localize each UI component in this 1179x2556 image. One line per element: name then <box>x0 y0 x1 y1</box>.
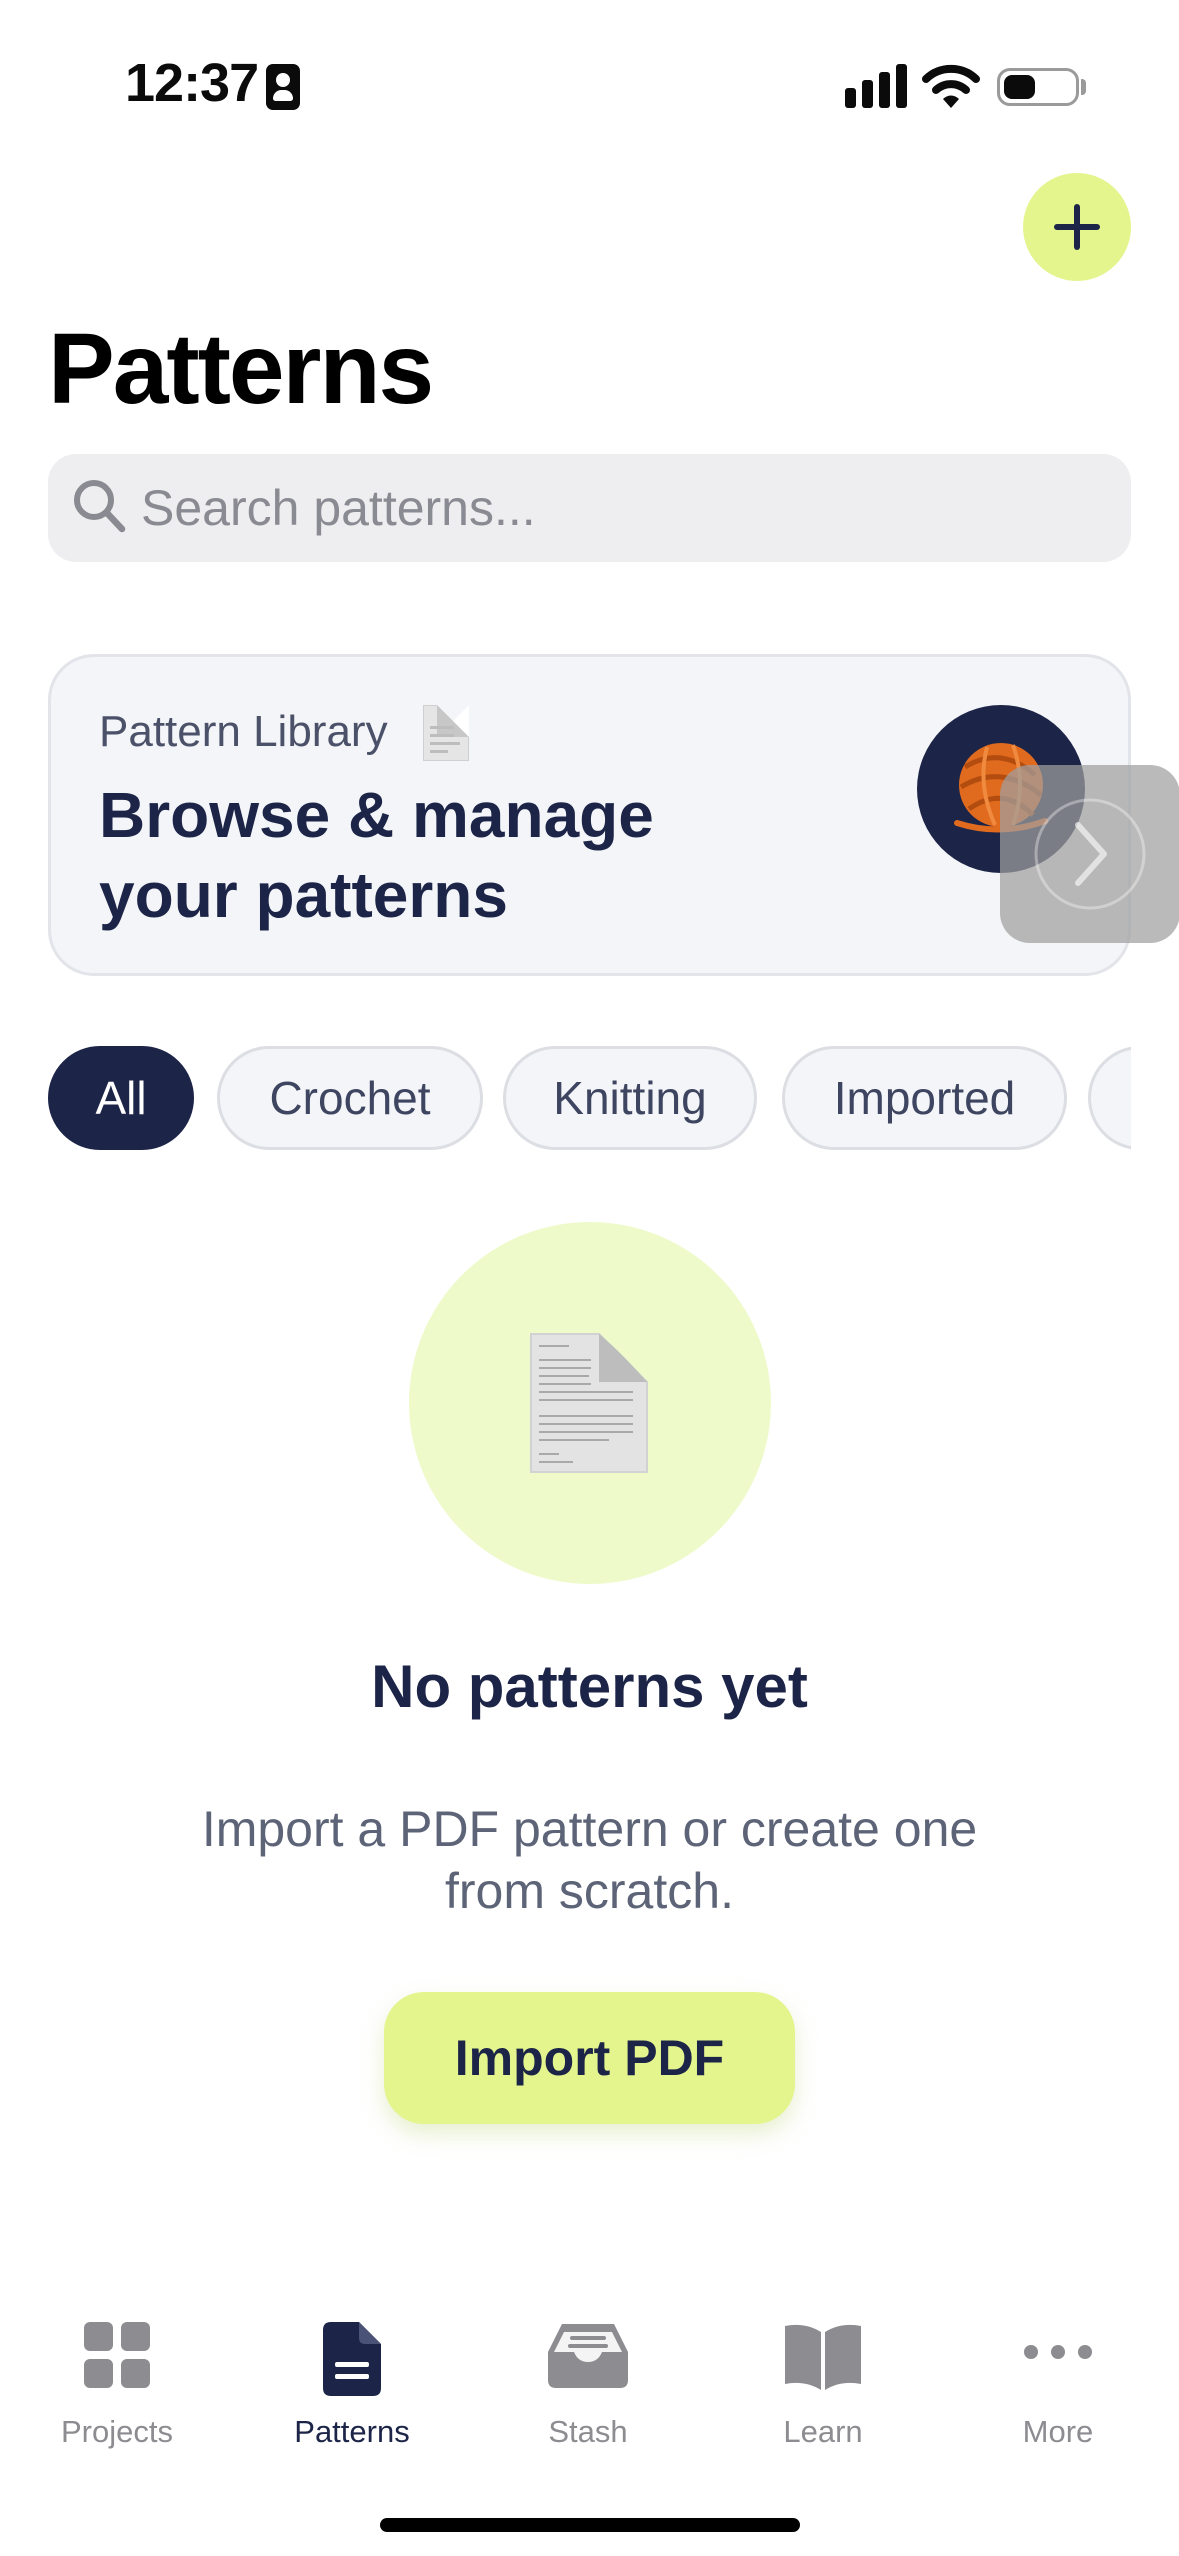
chip-crochet[interactable]: Crochet <box>217 1046 483 1150</box>
tab-label: Patterns <box>294 2414 410 2449</box>
tab-learn[interactable]: Learn <box>723 2318 923 2458</box>
filter-chips: All Crochet Knitting Imported <box>48 1046 1131 1150</box>
chip-all[interactable]: All <box>48 1046 194 1150</box>
tray-icon <box>548 2324 628 2388</box>
chip-imported[interactable]: Imported <box>782 1046 1067 1150</box>
wifi-icon <box>922 64 980 108</box>
tab-stash[interactable]: Stash <box>488 2318 688 2458</box>
document-icon <box>323 2322 381 2396</box>
battery-level <box>1004 75 1035 99</box>
home-indicator <box>380 2518 800 2532</box>
cellular-signal-icon <box>845 64 907 108</box>
tab-patterns[interactable]: Patterns <box>252 2318 452 2458</box>
status-time: 12:37 <box>125 53 259 113</box>
empty-state-title: No patterns yet <box>371 1653 808 1720</box>
chip-more[interactable] <box>1088 1046 1131 1150</box>
battery-tip <box>1081 79 1086 95</box>
tab-label: Stash <box>548 2414 628 2449</box>
tab-label: Projects <box>61 2414 173 2449</box>
add-pattern-button[interactable] <box>1023 173 1131 281</box>
empty-state-body: Import a PDF pattern or create one from … <box>201 1801 978 1919</box>
grid-icon <box>84 2322 150 2388</box>
pattern-library-card[interactable]: Pattern Library Browse & manage your pat… <box>48 654 1131 976</box>
page-title: Patterns <box>48 313 434 425</box>
tab-label: Learn <box>783 2414 863 2449</box>
search-bar[interactable] <box>48 454 1131 562</box>
tab-more[interactable]: More <box>958 2318 1158 2458</box>
card-headline: Browse & manage your patterns <box>99 779 654 931</box>
next-chevron-button[interactable] <box>1000 765 1179 943</box>
ellipsis-icon <box>1024 2345 1092 2359</box>
import-pdf-button[interactable]: Import PDF <box>384 1992 795 2124</box>
search-icon <box>74 480 126 533</box>
card-kicker: Pattern Library <box>99 707 388 756</box>
contact-card-icon <box>266 64 300 110</box>
plus-icon-stroke <box>1074 204 1080 250</box>
search-input[interactable] <box>141 454 1091 562</box>
battery-icon <box>997 68 1079 106</box>
document-icon <box>423 705 469 761</box>
document-icon <box>530 1333 648 1473</box>
chip-knitting[interactable]: Knitting <box>503 1046 757 1150</box>
tab-projects[interactable]: Projects <box>17 2318 217 2458</box>
chevron-right-icon <box>1034 798 1146 910</box>
book-icon <box>785 2324 861 2390</box>
tab-label: More <box>1022 2414 1094 2449</box>
